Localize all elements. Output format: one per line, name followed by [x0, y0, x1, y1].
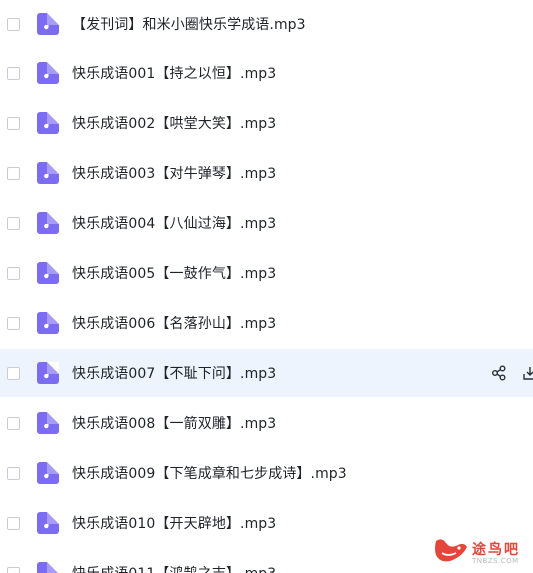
row-checkbox[interactable]: [7, 366, 20, 380]
file-list: 【发刊词】和米小圈快乐学成语.mp3 快乐成语001【持之以恒】.mp3 快乐成…: [0, 0, 533, 573]
watermark-text: 途鸟吧: [472, 542, 520, 558]
audio-file-icon: [37, 312, 59, 334]
audio-file-icon: [37, 512, 59, 534]
file-name[interactable]: 快乐成语002【哄堂大笑】.mp3: [72, 113, 276, 133]
audio-file-icon: [37, 562, 59, 573]
file-name[interactable]: 【发刊词】和米小圈快乐学成语.mp3: [72, 14, 306, 34]
audio-file-icon: [37, 162, 59, 184]
row-checkbox[interactable]: [7, 266, 20, 280]
file-row[interactable]: 快乐成语001【持之以恒】.mp3: [0, 49, 533, 97]
file-name[interactable]: 快乐成语005【一鼓作气】.mp3: [72, 263, 276, 283]
audio-file-icon: [37, 62, 59, 84]
file-row[interactable]: 快乐成语005【一鼓作气】.mp3: [0, 249, 533, 297]
row-checkbox[interactable]: [7, 17, 20, 31]
row-checkbox[interactable]: [7, 516, 20, 530]
row-checkbox[interactable]: [7, 466, 20, 480]
file-name[interactable]: 快乐成语010【开天辟地】.mp3: [72, 513, 276, 533]
download-icon[interactable]: [522, 365, 533, 381]
audio-file-icon: [37, 13, 59, 35]
file-row[interactable]: 【发刊词】和米小圈快乐学成语.mp3: [0, 0, 533, 48]
row-checkbox[interactable]: [7, 416, 20, 430]
row-checkbox[interactable]: [7, 166, 20, 180]
share-icon[interactable]: [491, 365, 507, 381]
file-name[interactable]: 快乐成语007【不耻下问】.mp3: [72, 363, 276, 383]
file-row-hovered[interactable]: 快乐成语007【不耻下问】.mp3: [0, 349, 533, 397]
audio-file-icon: [37, 362, 59, 384]
audio-file-icon: [37, 262, 59, 284]
file-row[interactable]: 快乐成语003【对牛弹琴】.mp3: [0, 149, 533, 197]
audio-file-icon: [37, 462, 59, 484]
file-row[interactable]: 快乐成语009【下笔成章和七步成诗】.mp3: [0, 449, 533, 497]
file-name[interactable]: 快乐成语009【下笔成章和七步成诗】.mp3: [72, 463, 347, 483]
row-checkbox[interactable]: [7, 66, 20, 80]
file-row[interactable]: 快乐成语006【名落孙山】.mp3: [0, 299, 533, 347]
row-checkbox[interactable]: [7, 566, 20, 573]
audio-file-icon: [37, 112, 59, 134]
row-checkbox[interactable]: [7, 116, 20, 130]
row-checkbox[interactable]: [7, 316, 20, 330]
file-row[interactable]: 快乐成语008【一箭双雕】.mp3: [0, 399, 533, 447]
file-name[interactable]: 快乐成语011【鸿鹄之志】.mp3: [72, 563, 276, 573]
audio-file-icon: [37, 412, 59, 434]
row-checkbox[interactable]: [7, 216, 20, 230]
file-name[interactable]: 快乐成语003【对牛弹琴】.mp3: [72, 163, 276, 183]
file-row[interactable]: 快乐成语004【八仙过海】.mp3: [0, 199, 533, 247]
file-name[interactable]: 快乐成语008【一箭双雕】.mp3: [72, 413, 276, 433]
watermark-subtext: TNBZS.COM: [472, 557, 519, 565]
file-name[interactable]: 快乐成语001【持之以恒】.mp3: [72, 63, 276, 83]
file-row[interactable]: 快乐成语002【哄堂大笑】.mp3: [0, 99, 533, 147]
audio-file-icon: [37, 212, 59, 234]
file-name[interactable]: 快乐成语006【名落孙山】.mp3: [72, 313, 276, 333]
watermark-logo: 途鸟吧 TNBZS.COM: [432, 535, 532, 569]
file-name[interactable]: 快乐成语004【八仙过海】.mp3: [72, 213, 276, 233]
bird-logo-icon: [435, 539, 467, 562]
